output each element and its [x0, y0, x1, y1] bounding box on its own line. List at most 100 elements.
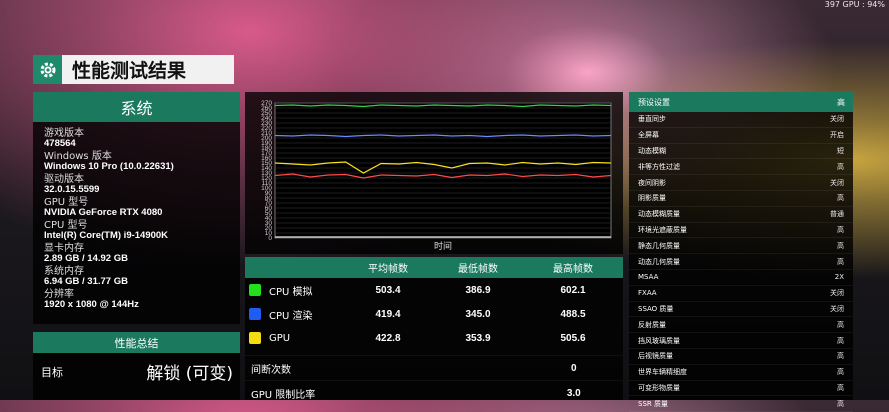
setting-value: 关闭 — [830, 178, 844, 187]
setting-value: 高 — [837, 383, 844, 392]
header-average: 平均帧数 — [368, 264, 408, 275]
setting-label: 动态模糊质量 — [638, 210, 680, 219]
system-info-value: NVIDIA GeForce RTX 4080 — [44, 207, 163, 218]
preset-setting-row: 动态模糊 短 — [629, 144, 853, 160]
preset-setting-row: 阴影质量 高 — [629, 191, 853, 207]
preset-setting-row: 可变形物质量 高 — [629, 381, 853, 397]
system-info-value: Intel(R) Core(TM) i9-14900K — [44, 230, 169, 241]
setting-label: 挡风玻璃质量 — [638, 336, 680, 345]
setting-label: MSAA — [638, 273, 659, 282]
setting-label: 夜间阴影 — [638, 178, 666, 187]
stat-label: GPU 限制比率 — [251, 389, 316, 401]
setting-value: 高 — [837, 225, 844, 234]
minimum-fps-value: 345.0 — [465, 308, 491, 320]
setting-label: 动态几何质量 — [638, 257, 680, 266]
fps-overlay: 397 GPU : 94% — [824, 0, 885, 9]
system-info-value: 2.89 GB / 14.92 GB — [44, 253, 128, 264]
system-heading: 系统 — [33, 92, 240, 122]
preset-setting-row: 静态几何质量 高 — [629, 238, 853, 255]
fps-table-row: CPU 渲染 419.4 345.0 488.5 — [245, 302, 623, 326]
maximum-fps-value: 488.5 — [560, 308, 586, 320]
setting-label: 可变形物质量 — [638, 383, 680, 392]
preset-setting-row: 动态几何质量 高 — [629, 254, 853, 270]
stat-row: 间断次数 0 — [245, 355, 623, 380]
setting-value: 开启 — [830, 131, 844, 140]
row-label: GPU — [269, 332, 291, 344]
maximum-fps-value: 505.6 — [560, 332, 586, 344]
target-value: 解锁 (可变) — [146, 364, 233, 384]
setting-value: 高 — [837, 352, 844, 361]
row-label-cell: CPU 渲染 — [245, 307, 343, 322]
row-label-cell: CPU 模拟 — [245, 283, 343, 298]
system-info-item: 驱动版本 32.0.15.5599 — [44, 175, 240, 195]
setting-value: 普通 — [830, 210, 844, 219]
setting-label: SSR 质量 — [638, 399, 668, 408]
performance-summary-panel: 性能总结 目标 解锁 (可变) — [33, 332, 240, 400]
preset-setting-row: SSR 质量 高 — [629, 396, 853, 412]
color-swatch — [249, 308, 261, 320]
setting-value: 高 — [837, 368, 844, 377]
page-title-bar: 性能测试结果 — [33, 55, 234, 84]
preset-setting-row: 全屏幕 开启 — [629, 128, 853, 144]
maximum-fps-value: 602.1 — [560, 284, 586, 296]
preset-setting-row: 非等方性过滤 高 — [629, 159, 853, 176]
setting-value: 短 — [837, 146, 844, 155]
setting-value: 关闭 — [830, 289, 844, 298]
setting-label: SSAO 质量 — [638, 304, 674, 313]
stat-value: 3.0 — [566, 387, 581, 399]
preset-setting-row: 挡风玻璃质量 高 — [629, 333, 853, 349]
color-swatch — [249, 284, 261, 296]
preset-setting-row: FXAA 关闭 — [629, 286, 853, 302]
system-info-value: Windows 10 Pro (10.0.22631) — [44, 161, 174, 172]
system-info-item: 分辨率 1920 x 1080 @ 144Hz — [44, 290, 240, 310]
setting-label: 后视镜质量 — [638, 352, 673, 361]
setting-value: 高 — [837, 241, 844, 250]
preset-setting-row: 动态模糊质量 普通 — [629, 207, 853, 223]
fps-table: 平均帧数 最低帧数 最高帧数 CPU 模拟 503.4 386.9 602.1 CPU … — [245, 257, 623, 401]
row-label: CPU 渲染 — [269, 310, 313, 322]
header-maximum: 最高帧数 — [553, 264, 593, 275]
system-info-value: 478564 — [44, 138, 76, 149]
system-info-value: 1920 x 1080 @ 144Hz — [44, 299, 139, 310]
setting-value: 高 — [837, 336, 844, 345]
stat-label: 间断次数 — [251, 364, 291, 376]
average-fps-value: 419.4 — [375, 308, 401, 320]
frame-time-graph-panel: 0 10 20 30 40 50 60 70 80 90 100 110 120 130 140 150 160… — [245, 92, 623, 254]
minimum-fps-value: 353.9 — [465, 332, 491, 344]
setting-label: FXAA — [638, 289, 657, 298]
preset-setting-row: 世界车辆精细度 高 — [629, 365, 853, 381]
y-tick-label: 270 — [261, 100, 272, 107]
average-fps-value: 503.4 — [375, 284, 401, 296]
setting-label: 阴影质量 — [638, 194, 666, 203]
preset-setting-row: 夜间阴影 关闭 — [629, 175, 853, 191]
preset-settings-panel: 预设设置 高 垂直同步 关闭 全屏幕 开启 动态模糊短非等方性过滤高夜间阴影 关闭 阴影质量… — [629, 92, 853, 412]
fps-table-header: 平均帧数 最低帧数 最高帧数 — [245, 257, 623, 278]
setting-label: 非等方性过滤 — [638, 162, 680, 171]
page-title: 性能测试结果 — [72, 60, 187, 82]
minimum-fps-value: 386.9 — [465, 284, 491, 296]
target-label: 目标 — [41, 365, 63, 379]
setting-label: 反射质量 — [638, 320, 666, 329]
preset-setting-row: 垂直同步 关闭 — [629, 112, 853, 128]
system-info-item: GPU 型号 NVIDIA GeForce RTX 4080 — [44, 198, 240, 218]
row-label-cell: GPU — [245, 332, 343, 344]
preset-setting-row: 环境光遮蔽质量 高 — [629, 223, 853, 239]
system-panel: 系统 游戏版本 478564 Windows 版本 Windows 10 Pro (1… — [33, 92, 240, 324]
preset-setting-row: 反射质量 高 — [629, 317, 853, 334]
system-info-item: 系统内存 6.94 GB / 31.77 GB — [44, 267, 240, 287]
setting-value: 关闭 — [830, 115, 844, 124]
system-info-value: 6.94 GB / 31.77 GB — [44, 276, 128, 287]
system-info-list: 游戏版本 478564 Windows 版本 Windows 10 Pro (10.0… — [33, 122, 240, 310]
setting-label: 世界车辆精细度 — [638, 368, 687, 377]
stat-value: 0 — [571, 362, 577, 374]
setting-label: 垂直同步 — [638, 115, 666, 124]
fps-table-row: CPU 模拟 503.4 386.9 602.1 — [245, 278, 623, 302]
average-fps-value: 422.8 — [375, 332, 401, 344]
preset-header: 预设设置 高 — [629, 92, 853, 112]
x-axis-label: 时间 — [434, 240, 452, 252]
setting-label: 环境光遮蔽质量 — [638, 225, 687, 234]
setting-value: 高 — [837, 399, 844, 408]
system-info-item: 游戏版本 478564 — [44, 129, 240, 149]
gear-icon — [33, 55, 62, 84]
setting-value: 高 — [837, 257, 844, 266]
